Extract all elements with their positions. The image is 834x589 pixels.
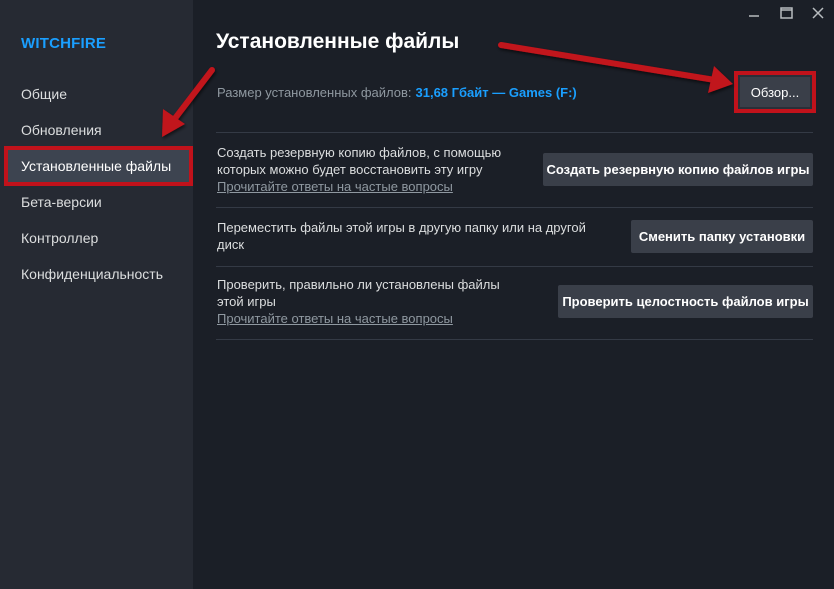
main-panel: Установленные файлы Размер установленных… <box>193 0 834 589</box>
sidebar-item-controller[interactable]: Контроллер <box>0 220 193 256</box>
verify-integrity-button[interactable]: Проверить целостность файлов игры <box>558 285 813 318</box>
faq-link[interactable]: Прочитайте ответы на частые вопросы <box>217 310 537 327</box>
window-controls <box>738 0 834 26</box>
browse-button-label: Обзор... <box>740 77 810 107</box>
sidebar-item-privacy[interactable]: Конфиденциальность <box>0 256 193 292</box>
backup-description-line2: которых можно будет восстановить эту игр… <box>217 162 483 177</box>
divider <box>216 266 813 267</box>
maximize-icon <box>779 7 793 19</box>
verify-description-line1: Проверить, правильно ли установлены файл… <box>217 277 500 292</box>
divider <box>216 339 813 340</box>
installed-size-value: 31,68 Гбайт — Games (F:) <box>415 85 577 100</box>
page-title: Установленные файлы <box>216 30 460 53</box>
verify-row-text: Проверить, правильно ли установлены файл… <box>217 276 537 327</box>
installed-size-label: Размер установленных файлов: <box>217 85 412 100</box>
maximize-button[interactable] <box>770 0 802 26</box>
game-title: WITCHFIRE <box>21 35 107 52</box>
move-description-line1: Переместить файлы этой игры в другую пап… <box>217 220 586 235</box>
verify-description-line2: этой игры <box>217 294 276 309</box>
sidebar: WITCHFIRE Общие Обновления Установленные… <box>0 0 193 589</box>
properties-window: WITCHFIRE Общие Обновления Установленные… <box>0 0 834 589</box>
close-button[interactable] <box>802 0 834 26</box>
faq-link[interactable]: Прочитайте ответы на частые вопросы <box>217 178 537 195</box>
backup-files-button[interactable]: Создать резервную копию файлов игры <box>543 153 813 186</box>
minimize-icon <box>749 15 759 17</box>
sidebar-item-betas[interactable]: Бета-версии <box>0 184 193 220</box>
backup-row-text: Создать резервную копию файлов, с помощь… <box>217 144 537 195</box>
close-icon <box>812 7 824 19</box>
installed-size: Размер установленных файлов: 31,68 Гбайт … <box>217 85 577 100</box>
backup-description-line1: Создать резервную копию файлов, с помощь… <box>217 145 502 160</box>
minimize-button[interactable] <box>738 0 770 26</box>
sidebar-nav: Общие Обновления Установленные файлы Бет… <box>0 76 193 292</box>
sidebar-item-installed-files[interactable]: Установленные файлы <box>4 146 193 186</box>
move-description-line2: диск <box>217 237 245 252</box>
move-row-text: Переместить файлы этой игры в другую пап… <box>217 219 637 253</box>
divider <box>216 132 813 133</box>
change-install-folder-button[interactable]: Сменить папку установки <box>631 220 813 253</box>
browse-button[interactable]: Обзор... <box>734 71 816 113</box>
sidebar-item-general[interactable]: Общие <box>0 76 193 112</box>
divider <box>216 207 813 208</box>
sidebar-item-updates[interactable]: Обновления <box>0 112 193 148</box>
